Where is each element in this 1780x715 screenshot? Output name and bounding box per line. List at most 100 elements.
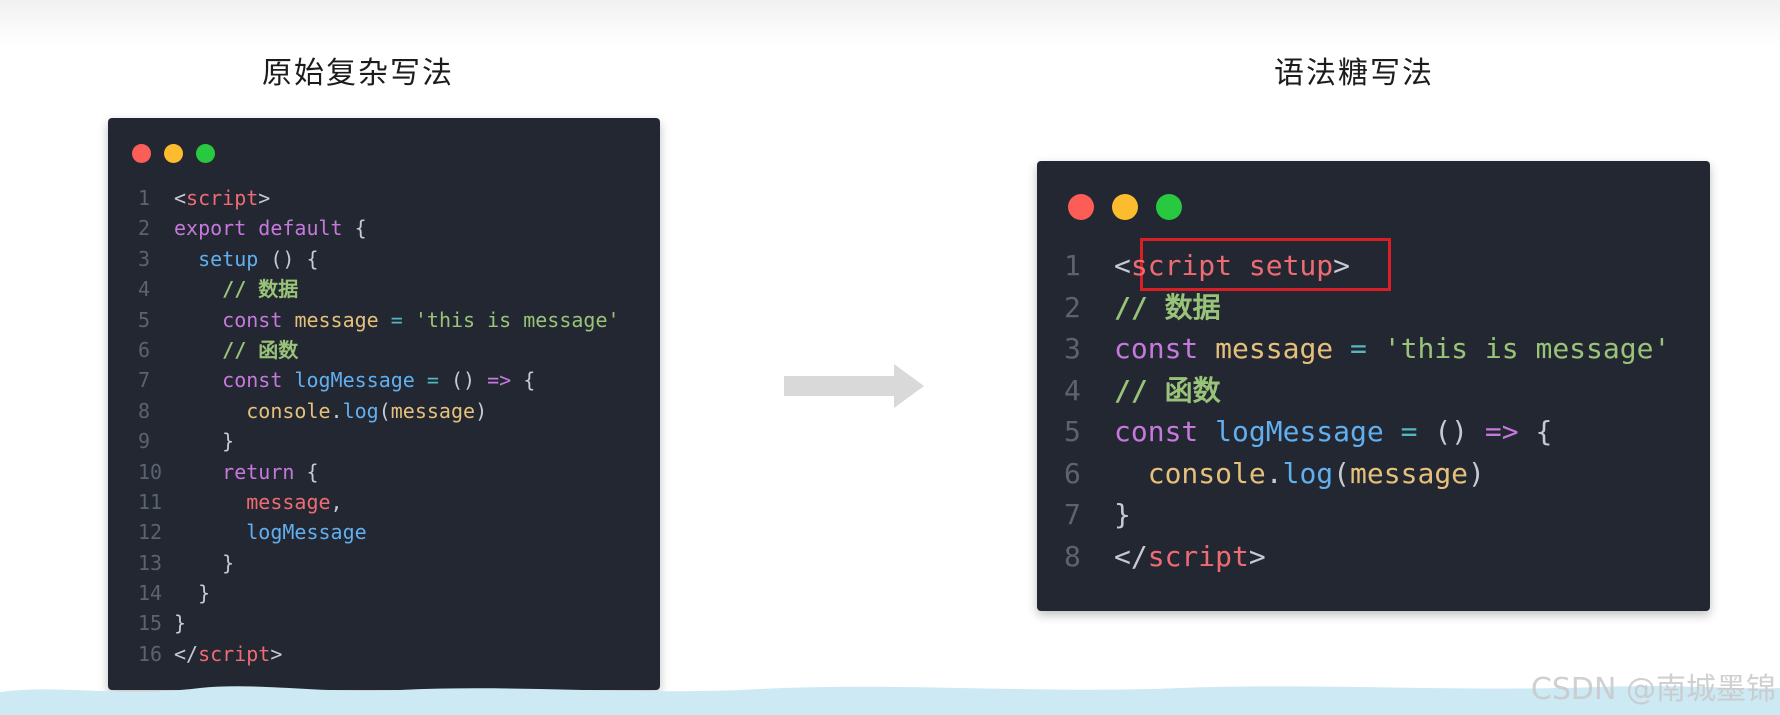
line-number: 3 [138,246,151,271]
line-number: 4 [1064,373,1081,407]
code-token: export default [174,216,343,241]
code-token: = [1383,415,1435,448]
code-token: ( [1333,456,1351,490]
line-number: 14 [138,581,163,606]
line-number: 5 [138,307,151,332]
code-line: 2 export default { [138,213,620,243]
line-number: 11 [138,489,163,514]
code-line: 16 </script> [138,639,620,669]
code-token: ) [475,398,488,423]
code-token: > [270,641,283,666]
code-token: const [1114,332,1199,365]
code-token: script setup [1130,249,1334,282]
code-line: 15} [138,608,620,638]
bottom-wave-band [0,686,1780,715]
watermark: CSDN @南城墨锦 [1530,672,1776,707]
code-line: 3 const message = 'this is message' [1064,328,1670,370]
code-token: ) [1468,456,1485,490]
code-token: = [1333,332,1384,365]
code-line: 8 console.log(message) [138,396,620,426]
maximize-dot-icon [196,144,215,163]
minimize-dot-icon [1112,194,1138,220]
code-token: console [246,398,331,423]
code-line: 1 <script setup> [1064,245,1670,287]
code-token: script [1147,539,1249,573]
code-token: } [174,611,187,636]
code-token: log [342,398,379,423]
line-number: 2 [1064,290,1081,324]
line-number: 10 [138,459,163,484]
line-number: 13 [138,550,163,575]
code-token: ( [378,398,391,423]
code-token: setup [198,246,259,271]
code-line: 12 logMessage [138,517,620,547]
code-token: // 数据 [1114,290,1221,324]
code-token: () [1434,415,1485,448]
line-number: 12 [138,520,163,545]
heading-original: 原始复杂写法 [262,56,454,91]
code-block-original: 1 <script> 2 export default {3 setup () {4 … [138,183,620,669]
code-line: 10 return { [138,457,620,487]
code-token: < [174,186,187,210]
line-number: 6 [138,337,151,362]
code-token: logMessage [246,520,367,545]
code-token: message [246,489,331,514]
code-line: 3 setup () { [138,244,620,274]
line-number: 4 [138,277,151,302]
line-number: 7 [138,368,151,393]
code-token: => [1484,415,1519,448]
code-token: // 函数 [1114,373,1221,407]
code-line: 5 const message = 'this is message' [138,305,620,335]
line-number: 8 [1064,539,1081,573]
line-number: 15 [138,611,163,636]
code-token: } [222,550,235,575]
line-number: 2 [138,216,151,241]
code-line: 5 const logMessage = () => { [1064,411,1670,453]
code-token: { [342,216,367,241]
code-line: 2 // 数据 [1064,287,1670,329]
code-token: > [1248,539,1266,573]
maximize-dot-icon [1156,194,1182,220]
code-token: logMessage [294,368,415,393]
line-number: 3 [1064,332,1081,365]
line-number: 16 [138,641,163,666]
code-token: . [1265,456,1283,490]
code-token: } [222,429,235,454]
minimize-dot-icon [164,144,183,163]
code-token: => [487,368,512,393]
code-line: 8 </script> [1064,536,1670,578]
code-token: = [378,307,415,332]
code-line: 1 <script> [138,183,620,213]
top-fade [0,0,1780,46]
code-token: script [186,186,259,210]
line-number: 8 [138,398,151,423]
code-token: </ [174,641,199,666]
line-number: 5 [1064,415,1081,448]
code-token: { [511,368,536,393]
code-line: 7} [1064,494,1670,536]
code-token: logMessage [1215,415,1384,448]
close-dot-icon [132,144,151,163]
code-token: { [294,459,319,484]
code-token: > [1333,249,1351,282]
code-token: = [414,368,451,393]
code-line: 7 const logMessage = () => { [138,365,620,395]
code-token: return [222,459,295,484]
code-line: 14 } [138,578,620,608]
code-token: const [1114,415,1199,448]
code-token: console [1147,456,1266,490]
